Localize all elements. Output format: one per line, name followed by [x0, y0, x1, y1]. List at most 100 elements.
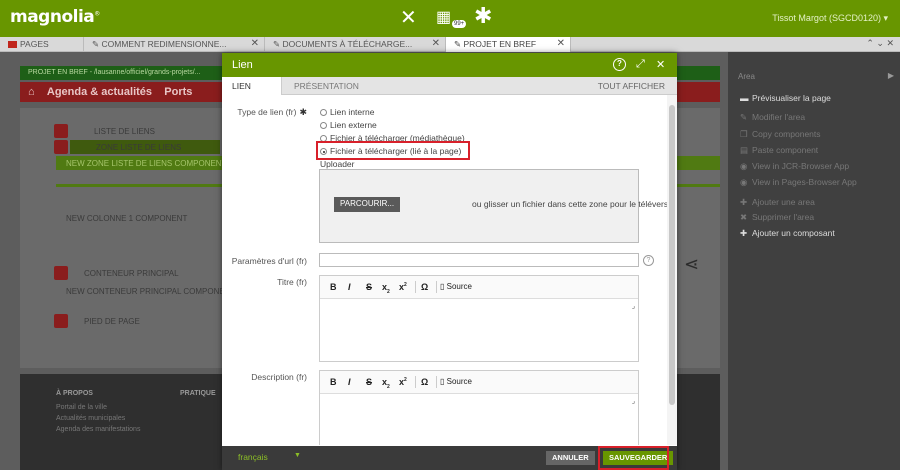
- close-icon[interactable]: ✕: [557, 38, 565, 49]
- app-logo[interactable]: magnolia®: [10, 7, 100, 27]
- sidebar-item-preview[interactable]: ▬ Prévisualiser la page: [740, 93, 831, 103]
- tab-controls[interactable]: ⌃ ⌄ ✕: [866, 38, 894, 49]
- component-icon: [54, 140, 68, 154]
- title-label: Titre (fr): [277, 277, 307, 287]
- sidebar-item-jcr[interactable]: ◉ View in JCR-Browser App: [740, 161, 849, 172]
- component-label: CONTENEUR PRINCIPAL: [84, 269, 179, 278]
- bold-icon[interactable]: B: [330, 377, 337, 387]
- app-tabs-bar: PAGES ✎ COMMENT REDIMENSIONNE... ✕ ✎ DOC…: [0, 37, 900, 52]
- language-select[interactable]: français: [238, 452, 268, 462]
- chevron-down-icon[interactable]: ▼: [294, 452, 301, 459]
- copy-icon: ❐: [740, 129, 748, 139]
- dialog-form: Type de lien (fr) ✱ Lien interne Lien ext…: [222, 95, 667, 445]
- eye-icon: ◉: [740, 161, 748, 171]
- dialog-header: Lien ? ⤢ ✕: [222, 53, 677, 77]
- resize-icon[interactable]: ⌟: [632, 397, 635, 405]
- top-bar: magnolia® ✕ ▦ 99+ ✱ Tissot Margot (SGCD0…: [0, 0, 900, 37]
- component-label: NEW ZONE LISTE DE LIENS COMPONENT: [66, 159, 227, 168]
- special-char-icon[interactable]: Ω: [421, 377, 428, 387]
- home-icon: ⌂: [28, 86, 35, 98]
- upload-drop-zone[interactable]: PARCOURIR... ou glisser un fichier dans …: [319, 169, 667, 243]
- highlight-box: [598, 446, 669, 470]
- sidebar-item-add-component[interactable]: ✚ Ajouter un composant: [740, 228, 835, 239]
- description-editor[interactable]: B I S x2 x2 Ω ▯ Source ⌟: [319, 370, 639, 445]
- source-button[interactable]: ▯ Source: [440, 282, 472, 291]
- dialog-scrollbar[interactable]: [667, 95, 677, 445]
- tab-documents[interactable]: ✎ DOCUMENTS À TÉLÉCHARGE... ✕: [265, 37, 446, 52]
- expand-icon[interactable]: ⤢: [636, 58, 645, 71]
- radio-icon[interactable]: [320, 122, 327, 129]
- source-icon: ▯: [440, 377, 445, 386]
- toolbar-separator: [415, 281, 416, 293]
- sidebar-header: Area: [738, 72, 755, 81]
- component-label: NEW CONTENEUR PRINCIPAL COMPONENT: [66, 287, 236, 296]
- tab-lien[interactable]: LIEN: [222, 77, 282, 95]
- url-params-label: Paramètres d'url (fr): [231, 256, 307, 266]
- subscript-icon[interactable]: x2: [382, 282, 390, 295]
- cancel-button[interactable]: ANNULER: [546, 451, 595, 465]
- sidebar-item-edit-area[interactable]: ✎ Modifier l'area: [740, 112, 805, 123]
- title-editor[interactable]: B I S x2 x2 Ω ▯ Source ⌟: [319, 275, 639, 362]
- delete-icon: ✖: [740, 212, 748, 222]
- show-all-tab[interactable]: TOUT AFFICHER: [598, 81, 665, 91]
- pages-icon: [8, 41, 17, 48]
- help-icon[interactable]: ?: [643, 255, 654, 266]
- tools-icon[interactable]: ✕: [400, 8, 417, 28]
- preview-icon: ▬: [740, 93, 749, 103]
- toolbar-separator: [436, 376, 437, 388]
- radio-lien-interne[interactable]: Lien interne: [320, 107, 374, 117]
- source-icon: ▯: [440, 282, 445, 291]
- actions-sidebar: Area ▶ ▬ Prévisualiser la page ✎ Modifier …: [728, 52, 900, 470]
- plus-icon: ✚: [740, 228, 748, 238]
- strikethrough-icon[interactable]: S: [366, 282, 372, 292]
- special-char-icon[interactable]: Ω: [421, 282, 428, 292]
- uploader-label: Uploader: [320, 159, 355, 169]
- close-icon[interactable]: ✕: [251, 38, 259, 49]
- superscript-icon[interactable]: x2: [399, 282, 407, 292]
- description-label: Description (fr): [251, 372, 307, 382]
- close-icon[interactable]: ✕: [432, 38, 440, 49]
- sidebar-item-add-area[interactable]: ✚ Ajouter une area: [740, 197, 815, 208]
- link-dialog: Lien ? ⤢ ✕ LIEN PRÉSENTATION TOUT AFFICH…: [222, 53, 677, 470]
- radio-icon[interactable]: [320, 109, 327, 116]
- collapse-icon[interactable]: ▶: [888, 71, 894, 80]
- resize-icon[interactable]: ⌟: [632, 302, 635, 310]
- edit-icon: ✎: [740, 112, 748, 122]
- favorites-icon[interactable]: ✱: [474, 5, 492, 27]
- tab-projet-en-bref[interactable]: ✎ PROJET EN BREF ✕: [446, 37, 571, 52]
- link-type-label: Type de lien (fr) ✱: [237, 107, 307, 117]
- source-button[interactable]: ▯ Source: [440, 377, 472, 386]
- help-icon[interactable]: ?: [613, 58, 626, 71]
- sidebar-item-delete-area[interactable]: ✖ Supprimer l'area: [740, 212, 814, 223]
- scrollbar-thumb[interactable]: [669, 105, 675, 405]
- notification-badge[interactable]: 99+: [452, 20, 467, 28]
- tab-presentation[interactable]: PRÉSENTATION: [284, 77, 369, 95]
- browse-button[interactable]: PARCOURIR...: [334, 197, 401, 212]
- share-icon: ⋖: [684, 254, 700, 274]
- component-label: LISTE DE LIENS: [94, 127, 155, 136]
- subscript-icon[interactable]: x2: [382, 377, 390, 390]
- superscript-icon[interactable]: x2: [399, 377, 407, 387]
- editor-toolbar: B I S x2 x2 Ω ▯ Source: [320, 371, 638, 394]
- dialog-footer: français ▼ ANNULER SAUVEGARDER: [222, 446, 677, 470]
- url-params-input[interactable]: [319, 253, 639, 267]
- close-icon[interactable]: ✕: [656, 58, 665, 71]
- dialog-tabs: LIEN PRÉSENTATION TOUT AFFICHER: [222, 77, 677, 95]
- editor-toolbar: B I S x2 x2 Ω ▯ Source: [320, 276, 638, 299]
- component-icon: [54, 266, 68, 280]
- tab-comment-redimensionner[interactable]: ✎ COMMENT REDIMENSIONNE... ✕: [84, 37, 265, 52]
- sidebar-item-copy[interactable]: ❐ Copy components: [740, 129, 821, 140]
- component-label: ZONE LISTE DE LIENS: [96, 143, 182, 152]
- strikethrough-icon[interactable]: S: [366, 377, 372, 387]
- sidebar-item-paste[interactable]: ▤ Paste component: [740, 145, 818, 156]
- pulse-icon[interactable]: ▦: [436, 8, 451, 28]
- plus-icon: ✚: [740, 197, 748, 207]
- italic-icon[interactable]: I: [348, 377, 351, 387]
- sidebar-item-pages-browser[interactable]: ◉ View in Pages-Browser App: [740, 177, 857, 188]
- user-menu[interactable]: Tissot Margot (SGCD0120) ▾: [772, 13, 888, 24]
- radio-lien-externe[interactable]: Lien externe: [320, 120, 377, 130]
- bold-icon[interactable]: B: [330, 282, 337, 292]
- italic-icon[interactable]: I: [348, 282, 351, 292]
- tab-pages[interactable]: PAGES: [0, 37, 84, 52]
- app-hub: ✕ ▦ 99+ ✱: [400, 5, 500, 32]
